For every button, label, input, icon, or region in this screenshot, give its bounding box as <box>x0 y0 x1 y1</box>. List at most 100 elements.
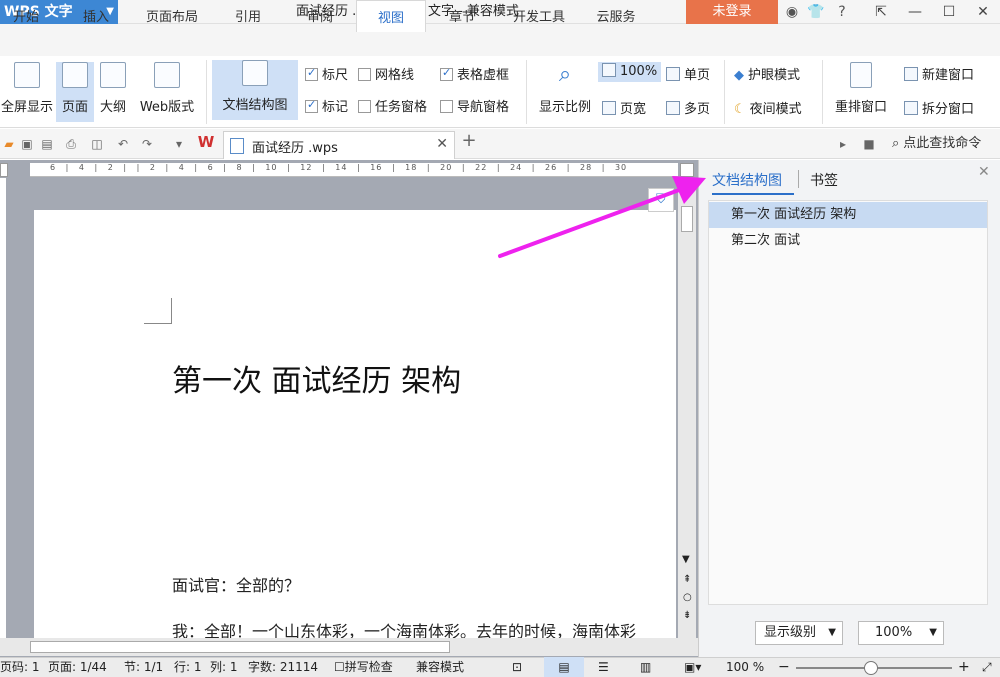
outline-item[interactable]: 第二次 面试 <box>709 228 987 254</box>
close-icon[interactable]: ✕ <box>978 164 990 180</box>
arrange-windows-button[interactable]: 重排窗口 <box>826 62 896 122</box>
close-icon[interactable]: ✕ <box>966 0 1000 24</box>
maximize-icon[interactable]: ☐ <box>932 0 966 24</box>
vertical-scrollbar[interactable]: ▼ ⇞ ○ ⇟ <box>678 178 696 638</box>
open-folder-icon[interactable]: ▰ <box>2 137 16 151</box>
single-page-button[interactable]: 单页 <box>666 64 710 83</box>
scroll-thumb[interactable] <box>30 641 450 653</box>
marks-checkbox[interactable]: 标记 <box>305 96 348 115</box>
horizontal-scrollbar[interactable] <box>0 638 698 656</box>
page-view-icon[interactable]: ▤ <box>544 657 584 677</box>
ruler-corner <box>0 163 8 177</box>
multi-page-button[interactable]: 多页 <box>666 98 710 117</box>
chevron-down-icon[interactable]: ▾ <box>172 137 186 151</box>
eye-mode-button[interactable]: ◆ 护眼模式 <box>734 64 800 83</box>
doc-structure-label: 文档结构图 <box>222 98 288 113</box>
status-section[interactable]: 节: 1/1 <box>124 657 163 677</box>
print-icon[interactable]: ⎙ <box>64 137 78 151</box>
page-view-button[interactable]: 页面 <box>56 62 94 122</box>
status-word-count[interactable]: 字数: 21114 <box>248 657 318 677</box>
display-level-dropdown[interactable]: 显示级别 ▼ <box>755 621 843 645</box>
redo-icon[interactable]: ↷ <box>140 137 154 151</box>
tab-doc-structure[interactable]: 文档结构图 <box>712 170 782 190</box>
split-window-button[interactable]: 拆分窗口 <box>904 98 974 117</box>
outline-view-button[interactable]: 大纲 <box>96 62 130 122</box>
shirt-icon[interactable]: 👕 <box>806 2 826 22</box>
nav-pane-checkbox[interactable]: 导航窗格 <box>440 96 509 115</box>
zoom-out-icon[interactable]: − <box>778 657 790 677</box>
browser-icon[interactable]: ◉ <box>782 2 802 22</box>
close-tab-icon[interactable]: ✕ <box>436 136 448 152</box>
help-icon[interactable]: ? <box>832 2 852 22</box>
night-mode-button[interactable]: ☾ 夜间模式 <box>734 98 802 117</box>
ruler-checkbox[interactable]: 标尺 <box>305 64 348 83</box>
tab-sections[interactable]: 章节 <box>432 0 492 32</box>
ruler-toggle-icon[interactable] <box>680 163 694 177</box>
minimize-icon[interactable]: — <box>898 0 932 24</box>
prev-page-icon[interactable]: ⇞ <box>683 574 691 585</box>
zoom-100-button[interactable]: 100% <box>598 62 662 82</box>
arrange-windows-icon <box>850 62 872 88</box>
status-col[interactable]: 列: 1 <box>210 657 238 677</box>
login-button[interactable]: 未登录 <box>686 0 778 24</box>
wps-logo-icon[interactable]: W <box>196 135 216 150</box>
vertical-ruler[interactable] <box>0 178 6 638</box>
doc-structure-button[interactable]: 文档结构图 <box>212 60 298 120</box>
spell-check-button[interactable]: ☐拼写检查 <box>334 657 393 677</box>
table-borders-checkbox[interactable]: 表格虚框 <box>440 64 509 83</box>
save-icon[interactable]: ▣ <box>20 137 34 151</box>
tab-insert[interactable]: 插入 <box>66 0 126 32</box>
next-page-icon[interactable]: ⇟ <box>683 610 691 621</box>
tab-view[interactable]: 视图 <box>356 0 426 32</box>
status-page[interactable]: 页面: 1/44 <box>48 657 107 677</box>
page-width-button[interactable]: 页宽 <box>602 98 646 117</box>
document-paragraph[interactable]: 面试官：全部的？ <box>172 572 300 596</box>
tab-references[interactable]: 引用 <box>220 0 276 32</box>
export-pdf-icon[interactable]: ▤ <box>40 137 54 151</box>
document-tab[interactable]: 面试经历 .wps ✕ <box>223 131 455 159</box>
tab-page-layout[interactable]: 页面布局 <box>136 0 208 32</box>
web-view-button[interactable]: Web版式 <box>134 62 200 122</box>
new-tab-icon[interactable]: + <box>460 132 478 150</box>
pin-icon[interactable]: ■ <box>862 137 876 151</box>
sidebar-toggle-icon[interactable]: ▸ <box>836 137 850 151</box>
document-page[interactable] <box>34 210 676 640</box>
page-corner-mark <box>144 298 172 324</box>
browse-object-icon[interactable]: ○ <box>683 592 692 603</box>
web-view-icon[interactable]: ▣▾ <box>684 657 701 677</box>
read-mode-icon[interactable]: ▥ <box>640 657 651 677</box>
focus-mode-icon[interactable]: ⊡ <box>512 657 522 677</box>
fit-window-icon[interactable]: ⤢ <box>982 657 992 677</box>
tab-review[interactable]: 审阅 <box>290 0 350 32</box>
task-pane-checkbox[interactable]: 任务窗格 <box>358 96 427 115</box>
tab-cloud[interactable]: 云服务 <box>586 0 646 32</box>
document-heading[interactable]: 第一次 面试经历 架构 <box>172 356 461 400</box>
document-icon <box>230 138 244 154</box>
zoom-slider-handle[interactable] <box>864 661 878 675</box>
tab-bookmarks[interactable]: 书签 <box>810 170 838 190</box>
document-tab-label: 面试经历 .wps <box>252 141 338 156</box>
panel-zoom-dropdown[interactable]: 100% ▼ <box>858 621 944 645</box>
shield-check-icon[interactable]: ⛉ <box>648 188 674 212</box>
find-command-box[interactable]: ⌕ 点此查找命令 <box>892 129 981 159</box>
horizontal-ruler[interactable]: 6 | 4 | 2 | | 2 | 4 | 6 | 8 | 10 | 12 | … <box>30 163 678 177</box>
undo-icon[interactable]: ↶ <box>116 137 130 151</box>
checkbox-icon <box>305 98 318 113</box>
gridlines-checkbox[interactable]: 网格线 <box>358 64 414 83</box>
eye-mode-label: 护眼模式 <box>748 68 801 83</box>
scroll-down-icon[interactable]: ▼ <box>682 554 690 565</box>
fullscreen-button[interactable]: 全屏显示 <box>0 62 54 122</box>
outline-view-icon[interactable]: ☰ <box>598 657 609 677</box>
scroll-thumb[interactable] <box>681 206 693 232</box>
zoom-in-icon[interactable]: + <box>958 657 970 677</box>
status-row[interactable]: 行: 1 <box>174 657 202 677</box>
status-page-code[interactable]: 页码: 1 <box>0 657 40 677</box>
outline-item[interactable]: 第一次 面试经历 架构 <box>709 202 987 228</box>
zoom-ratio-button[interactable]: ⌕ 显示比例 <box>534 62 596 122</box>
restore-window-icon[interactable]: ⇱ <box>864 0 898 24</box>
status-zoom-percent[interactable]: 100 % <box>726 657 764 677</box>
tab-developer[interactable]: 开发工具 <box>502 0 576 32</box>
tab-home[interactable]: 开始 <box>0 0 52 32</box>
new-window-button[interactable]: 新建窗口 <box>904 64 974 83</box>
print-preview-icon[interactable]: ◫ <box>90 137 104 151</box>
